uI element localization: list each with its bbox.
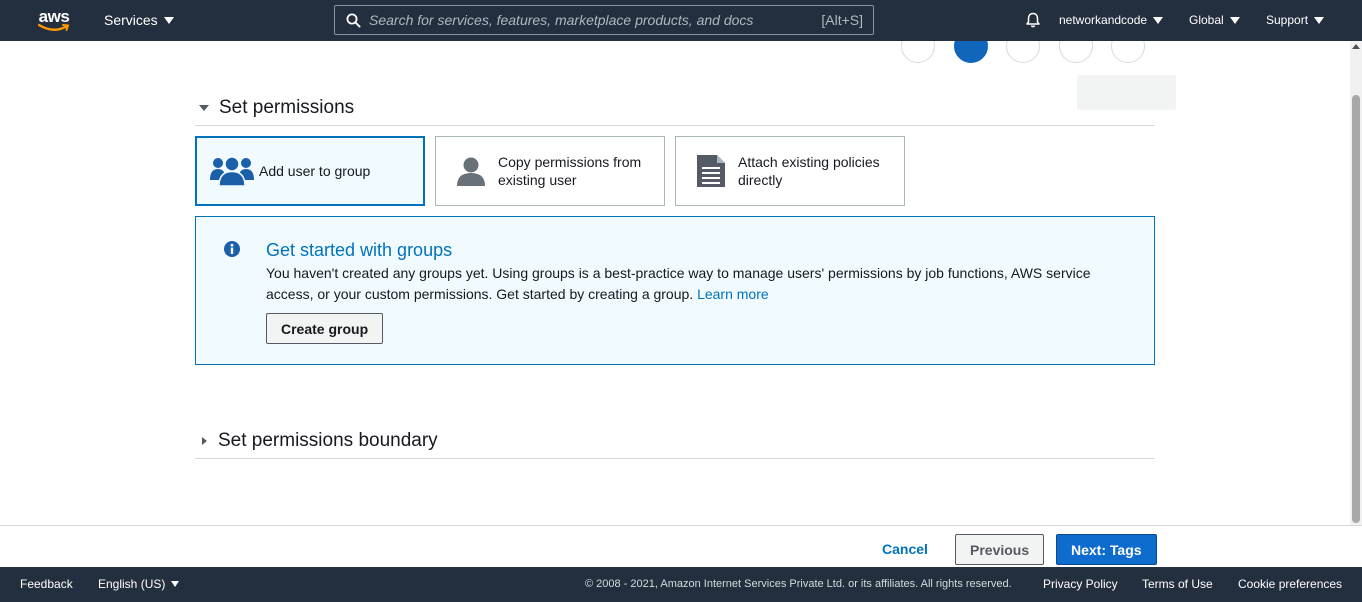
services-menu[interactable]: Services (104, 12, 174, 28)
region-menu[interactable]: Global (1189, 13, 1240, 27)
scroll-up-icon[interactable] (1352, 44, 1360, 49)
info-text: You haven't created any groups yet. Usin… (266, 263, 1126, 305)
info-description: You haven't created any groups yet. Usin… (266, 265, 1091, 302)
section-title: Set permissions (219, 97, 355, 118)
option-label: Copy permissions from existing user (498, 154, 642, 188)
terms-of-use-link[interactable]: Terms of Use (1142, 577, 1213, 591)
page-scrollbar[interactable] (1350, 41, 1362, 525)
privacy-policy-link[interactable]: Privacy Policy (1043, 577, 1118, 591)
search-icon (346, 13, 361, 28)
aws-smile-icon (38, 23, 70, 31)
wizard-action-bar: Cancel Previous Next: Tags (0, 525, 1362, 567)
option-copy-permissions[interactable]: Copy permissions from existing user (435, 136, 665, 206)
search-shortcut: [Alt+S] (821, 12, 863, 28)
chevron-down-icon (1153, 16, 1164, 24)
section-title: Set permissions boundary (218, 429, 438, 451)
support-menu[interactable]: Support (1266, 13, 1325, 27)
search-input[interactable] (369, 10, 809, 30)
wizard-step-1[interactable] (901, 41, 935, 63)
footer: Feedback English (US) © 2008 - 2021, Ama… (0, 567, 1362, 602)
cookie-preferences-link[interactable]: Cookie preferences (1238, 577, 1342, 591)
copyright-text: © 2008 - 2021, Amazon Internet Services … (585, 578, 1012, 590)
services-label: Services (104, 12, 158, 28)
option-attach-policies[interactable]: Attach existing policies directly (675, 136, 905, 206)
option-label: Add user to group (259, 163, 371, 179)
info-icon (224, 241, 240, 257)
search-bar[interactable]: [Alt+S] (334, 5, 874, 35)
chevron-down-icon (1229, 16, 1240, 24)
create-group-button[interactable]: Create group (266, 313, 384, 344)
bell-icon[interactable] (1024, 11, 1042, 29)
language-label: English (US) (98, 577, 166, 591)
wizard-step-5[interactable] (1111, 41, 1145, 63)
support-label: Support (1266, 13, 1309, 27)
feedback-link[interactable]: Feedback (20, 577, 73, 591)
previous-button[interactable]: Previous (955, 534, 1045, 565)
caret-down-icon (199, 105, 209, 111)
chevron-down-icon (1314, 16, 1325, 24)
groups-info-box: Get started with groups You haven't crea… (195, 216, 1155, 365)
caret-right-icon (202, 436, 207, 445)
account-label: networkandcode (1059, 13, 1148, 27)
option-label: Attach existing policies directly (738, 154, 880, 188)
wizard-step-3[interactable] (1006, 41, 1040, 63)
option-add-user-to-group[interactable]: Add user to group (195, 136, 425, 206)
wizard-step-2[interactable] (954, 41, 988, 63)
info-title: Get started with groups (266, 240, 453, 260)
next-tags-button[interactable]: Next: Tags (1056, 534, 1157, 565)
account-menu[interactable]: networkandcode (1059, 13, 1164, 27)
cancel-button[interactable]: Cancel (870, 534, 940, 564)
region-label: Global (1189, 13, 1224, 27)
user-icon (448, 155, 494, 187)
document-icon (688, 154, 734, 188)
scrollbar-thumb[interactable] (1352, 95, 1360, 523)
chevron-down-icon (163, 16, 174, 24)
chevron-down-icon (171, 581, 180, 587)
aws-logo[interactable]: aws (36, 8, 72, 34)
main-content: Set permissions Add user to group Copy p… (0, 41, 1350, 525)
set-permissions-boundary-header[interactable]: Set permissions boundary (195, 429, 1155, 459)
wizard-step-4[interactable] (1059, 41, 1093, 63)
top-navigation: aws Services [Alt+S] networkandcode Glob… (0, 0, 1362, 41)
language-selector[interactable]: English (US) (98, 577, 180, 591)
set-permissions-header[interactable]: Set permissions (195, 97, 1155, 126)
learn-more-link[interactable]: Learn more (697, 286, 769, 302)
group-icon (209, 155, 255, 187)
